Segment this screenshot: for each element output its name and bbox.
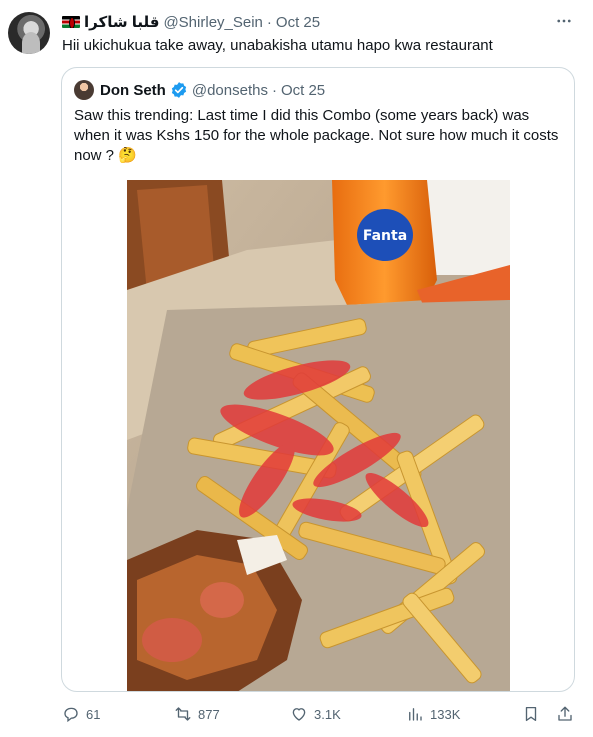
fanta-logo-text: Fanta bbox=[363, 228, 407, 244]
quoted-author-handle[interactable]: @donseths bbox=[192, 82, 268, 99]
more-icon[interactable] bbox=[555, 12, 573, 35]
views-icon bbox=[409, 708, 422, 721]
like-button[interactable]: 3.1K bbox=[290, 703, 341, 725]
food-photo[interactable]: Fanta bbox=[127, 180, 510, 691]
author-handle[interactable]: @Shirley_Sein bbox=[163, 14, 262, 31]
like-count: 3.1K bbox=[314, 706, 341, 722]
quoted-tweet-date[interactable]: Oct 25 bbox=[281, 82, 325, 99]
bookmark-button[interactable] bbox=[522, 703, 546, 725]
tweet[interactable]: قلبا شاكرا @Shirley_Sein · Oct 25 Hii uk… bbox=[0, 0, 593, 737]
like-icon bbox=[292, 708, 306, 721]
repost-count: 877 bbox=[198, 706, 220, 722]
reply-icon bbox=[64, 707, 78, 723]
bookmark-icon bbox=[525, 706, 537, 722]
views-button[interactable]: 133K bbox=[406, 703, 460, 725]
repost-icon bbox=[175, 707, 191, 721]
tweet-header: قلبا شاكرا @Shirley_Sein · Oct 25 bbox=[62, 12, 320, 32]
separator-dot: · bbox=[271, 81, 277, 99]
tweet-date[interactable]: Oct 25 bbox=[276, 14, 320, 31]
quoted-tweet-text: Saw this trending: Last time I did this … bbox=[74, 107, 559, 164]
reply-button[interactable]: 61 bbox=[62, 703, 100, 725]
author-avatar[interactable] bbox=[8, 12, 50, 54]
author-name[interactable]: قلبا شاكرا bbox=[84, 13, 159, 31]
share-icon bbox=[558, 706, 572, 721]
tweet-actions-bar: 61 877 3.1K 133K bbox=[62, 703, 577, 725]
repost-button[interactable]: 877 bbox=[174, 703, 220, 725]
reply-count: 61 bbox=[86, 706, 101, 722]
tweet-text: Hii ukichukua take away, unabakisha utam… bbox=[62, 37, 493, 54]
separator-dot: · bbox=[266, 13, 272, 31]
verified-icon bbox=[171, 82, 186, 98]
quoted-tweet[interactable]: Don Seth @donseths · Oct 25 Saw this tre… bbox=[61, 67, 575, 692]
quoted-tweet-header: Don Seth @donseths · Oct 25 bbox=[74, 80, 325, 100]
share-button[interactable] bbox=[556, 703, 580, 725]
views-count: 133K bbox=[430, 706, 461, 722]
quoted-author-avatar[interactable] bbox=[74, 80, 94, 100]
quoted-author-name[interactable]: Don Seth bbox=[100, 82, 166, 99]
kenya-flag-icon bbox=[62, 16, 80, 28]
